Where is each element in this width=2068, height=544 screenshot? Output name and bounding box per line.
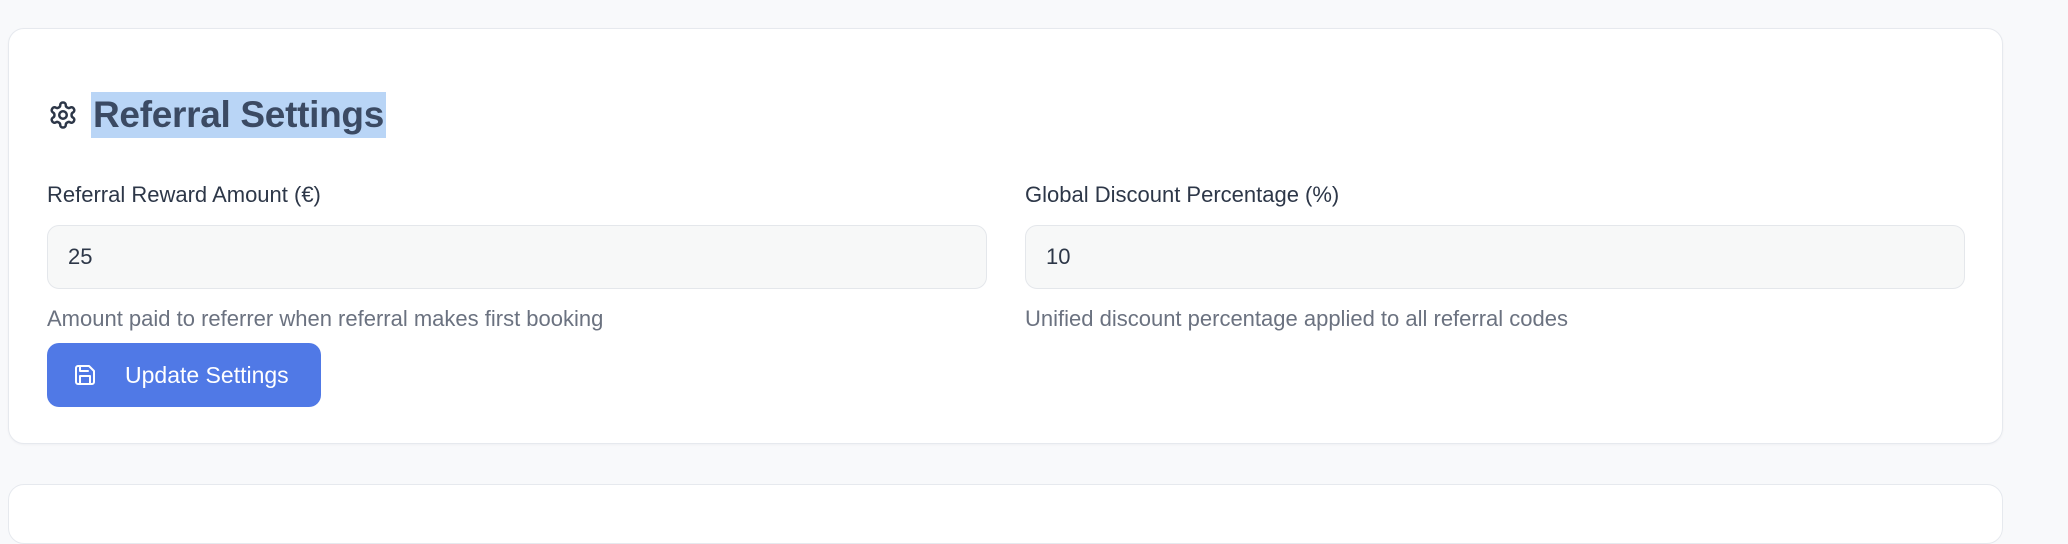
global-discount-label: Global Discount Percentage (%) <box>1025 182 1340 207</box>
referral-settings-card: Referral Settings Referral Reward Amount… <box>8 28 2003 444</box>
global-discount-input[interactable] <box>1025 225 1965 289</box>
update-settings-label: Update Settings <box>125 361 289 388</box>
page-title: Referral Settings <box>91 92 386 138</box>
card-header: Referral Settings <box>47 65 386 165</box>
global-discount-field: Global Discount Percentage (%) Unified d… <box>1025 181 1965 333</box>
gear-icon <box>47 99 79 131</box>
save-icon <box>71 361 99 389</box>
referral-reward-label: Referral Reward Amount (€) <box>47 182 321 207</box>
next-card <box>8 484 2003 544</box>
referral-reward-input[interactable] <box>47 225 987 289</box>
global-discount-help: Unified discount percentage applied to a… <box>1025 306 1568 331</box>
referral-reward-field: Referral Reward Amount (€) Amount paid t… <box>47 181 987 333</box>
update-settings-button[interactable]: Update Settings <box>47 343 321 407</box>
referral-reward-help: Amount paid to referrer when referral ma… <box>47 306 604 331</box>
